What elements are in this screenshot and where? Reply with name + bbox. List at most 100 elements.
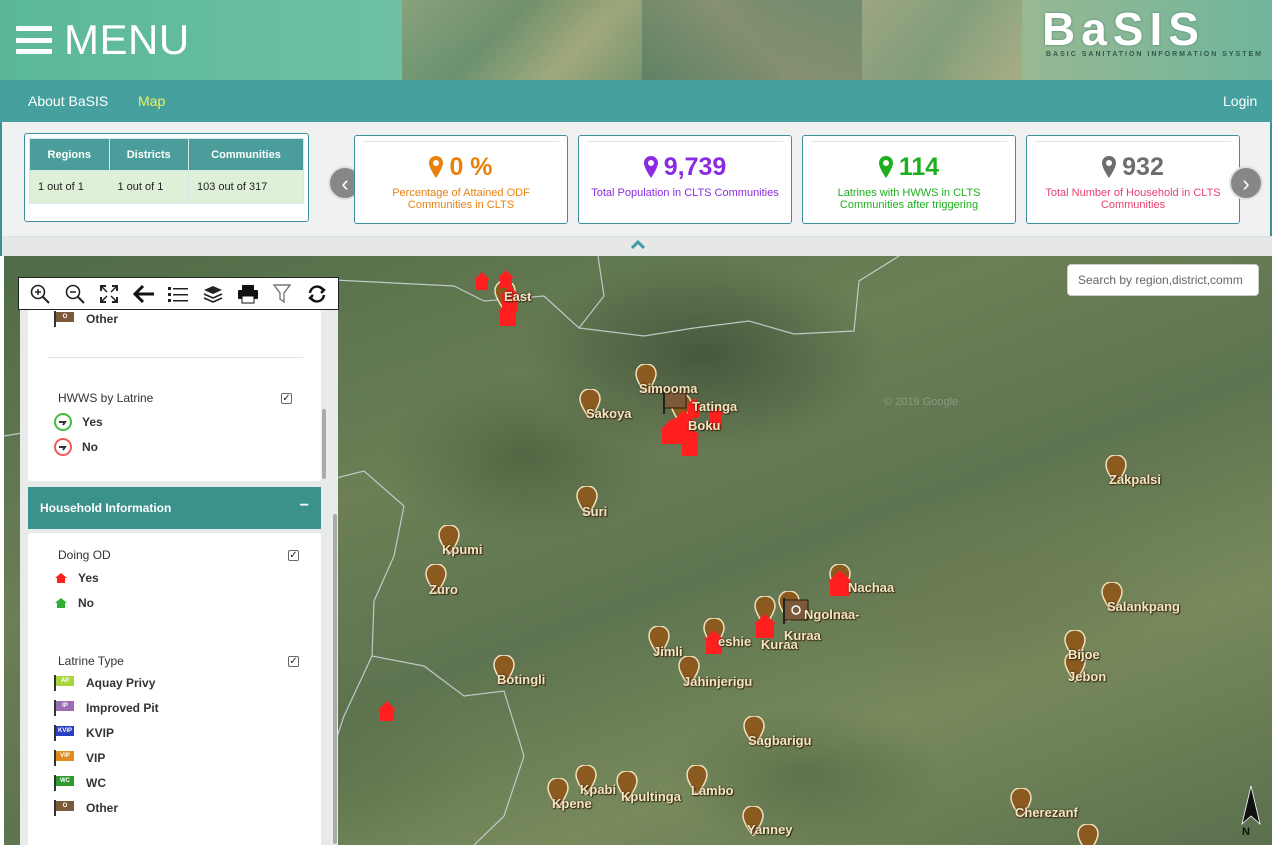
community-label[interactable]: Salankpang xyxy=(1107,599,1180,614)
flag-icon: O xyxy=(54,311,76,327)
stat-desc-latrines: Latrines with HWWS in CLTS Communities a… xyxy=(837,187,981,211)
print-icon[interactable] xyxy=(236,282,260,306)
map-watermark: © 2019 Google xyxy=(884,396,959,408)
nav-about[interactable]: About BaSIS xyxy=(28,93,108,109)
community-label[interactable]: Kpultinga xyxy=(621,789,681,804)
stat-desc-households: Total Number of Household in CLTS Commun… xyxy=(1045,187,1221,211)
community-label[interactable]: Jimli xyxy=(653,644,683,659)
community-label[interactable]: Tatinga xyxy=(692,399,737,414)
community-label[interactable]: Nachaa xyxy=(848,580,894,595)
community-label[interactable]: Kpabi xyxy=(580,782,616,797)
hwws-no-icon xyxy=(54,438,72,456)
map-search-input[interactable] xyxy=(1067,264,1259,296)
od-yes-cluster[interactable] xyxy=(752,612,782,640)
zoom-out-icon[interactable] xyxy=(63,282,87,306)
map-marker-icon xyxy=(429,156,444,178)
community-label[interactable]: Jebon xyxy=(1068,669,1106,684)
nav-login[interactable]: Login xyxy=(1223,93,1257,109)
carousel-next-button[interactable]: › xyxy=(1229,166,1263,200)
community-label[interactable]: Zakpalsi xyxy=(1109,472,1161,487)
flag-icon: WC xyxy=(54,775,76,791)
hamburger-icon xyxy=(16,26,52,54)
community-label[interactable]: Lambo xyxy=(691,783,734,798)
community-label[interactable]: Suri xyxy=(582,504,607,519)
legend-item-other-latrine: O Other xyxy=(54,800,118,816)
summary-header-districts: Districts xyxy=(108,138,189,171)
layers-icon[interactable] xyxy=(201,282,225,306)
house-red-icon xyxy=(55,573,67,583)
flag-icon: IP xyxy=(54,700,76,716)
legend-item-od-no: No xyxy=(54,596,94,610)
banner-photo xyxy=(402,0,642,80)
collapse-icon[interactable]: − xyxy=(300,497,309,515)
community-marker[interactable] xyxy=(1077,824,1099,845)
map-marker-icon xyxy=(1102,156,1117,178)
north-label: N xyxy=(1242,826,1250,838)
community-label[interactable]: Yanney xyxy=(747,822,793,837)
legend-item-hwws-no: No xyxy=(54,438,98,456)
list-icon[interactable] xyxy=(166,282,190,306)
summary-communities-value: 103 out of 317 xyxy=(188,170,304,204)
house-green-icon xyxy=(55,598,67,608)
legend-card-latrines: O Other HWWS by Latrine ✓ Yes No xyxy=(28,309,326,481)
hwws-checkbox[interactable]: ✓ xyxy=(281,393,292,404)
doing-od-checkbox[interactable]: ✓ xyxy=(288,550,299,561)
community-label[interactable]: Bijoe xyxy=(1068,647,1100,662)
stat-value-latrines: 114 xyxy=(803,152,1015,182)
legend-card-household: Doing OD ✓ Yes No Latrine Type ✓ AP Aqua… xyxy=(28,533,321,845)
stat-value-households: 932 xyxy=(1027,152,1239,182)
community-label[interactable]: Kpene xyxy=(552,796,592,811)
map-toolbar xyxy=(18,277,339,310)
community-label[interactable]: Kuraa xyxy=(761,637,798,652)
filter-icon[interactable] xyxy=(270,282,294,306)
nav-bar: About BaSIS Map Login xyxy=(0,80,1272,122)
community-label[interactable]: Kpumi xyxy=(442,542,482,557)
flag-icon: AP xyxy=(54,675,76,691)
nav-map[interactable]: Map xyxy=(138,93,165,109)
summary-header-communities: Communities xyxy=(188,138,304,171)
hwws-yes-icon xyxy=(54,413,72,431)
latrine-type-title: Latrine Type xyxy=(58,654,124,668)
legend-outer-scrollbar[interactable] xyxy=(333,514,337,844)
community-label[interactable]: eshie xyxy=(718,634,751,649)
community-label[interactable]: East xyxy=(504,289,531,304)
stat-value-population: 9,739 xyxy=(579,152,791,182)
legend-scrollbar[interactable] xyxy=(322,409,326,479)
legend-item-aquay-privy: AP Aquay Privy xyxy=(54,675,155,691)
menu-button[interactable]: MENU xyxy=(16,19,190,61)
map-marker-icon xyxy=(643,156,658,178)
household-info-header[interactable]: Household Information − xyxy=(28,487,321,529)
community-label[interactable]: Botingli xyxy=(497,672,545,687)
legend-item-hwws-yes: Yes xyxy=(54,413,103,431)
stat-desc-population: Total Population in CLTS Communities xyxy=(591,187,779,199)
community-label[interactable]: Boku xyxy=(688,418,721,433)
north-arrow-icon xyxy=(1241,785,1261,826)
refresh-icon[interactable] xyxy=(305,282,329,306)
od-yes-marker[interactable] xyxy=(376,700,398,722)
doing-od-title: Doing OD xyxy=(58,548,111,562)
hwws-title: HWWS by Latrine xyxy=(58,391,154,405)
stat-value-odf: 0 % xyxy=(355,152,567,182)
full-extent-icon[interactable] xyxy=(97,282,121,306)
community-label[interactable]: Jahinjerigu xyxy=(683,674,752,689)
basis-logo: BaSIS BASIC SANITATION INFORMATION SYSTE… xyxy=(1030,2,1266,62)
zoom-in-icon[interactable] xyxy=(28,282,52,306)
legend-panel: O Other HWWS by Latrine ✓ Yes No Househo… xyxy=(20,309,338,845)
summary-regions-value: 1 out of 1 xyxy=(29,170,110,204)
logo-subtitle: BASIC SANITATION INFORMATION SYSTEM xyxy=(1046,51,1263,58)
flag-icon: VIP xyxy=(54,750,76,766)
community-label[interactable]: Sakoya xyxy=(586,406,632,421)
community-label[interactable]: Ngolnaa- xyxy=(804,607,860,622)
community-label[interactable]: Cherezanf xyxy=(1015,805,1078,820)
logo-text: BaSIS xyxy=(1042,3,1205,55)
community-label[interactable]: Sagbarigu xyxy=(748,733,812,748)
back-arrow-icon[interactable] xyxy=(132,282,156,306)
legend-item-other: O Other xyxy=(54,311,118,327)
stat-card-odf: 0 % Percentage of Attained ODF Communiti… xyxy=(354,135,568,224)
community-label[interactable]: Simooma xyxy=(639,381,698,396)
latrine-type-checkbox[interactable]: ✓ xyxy=(288,656,299,667)
community-label[interactable]: Zuro xyxy=(429,582,458,597)
flag-icon: KVIP xyxy=(54,725,76,741)
chevron-up-icon[interactable] xyxy=(631,240,645,250)
legend-item-vip: VIP VIP xyxy=(54,750,105,766)
